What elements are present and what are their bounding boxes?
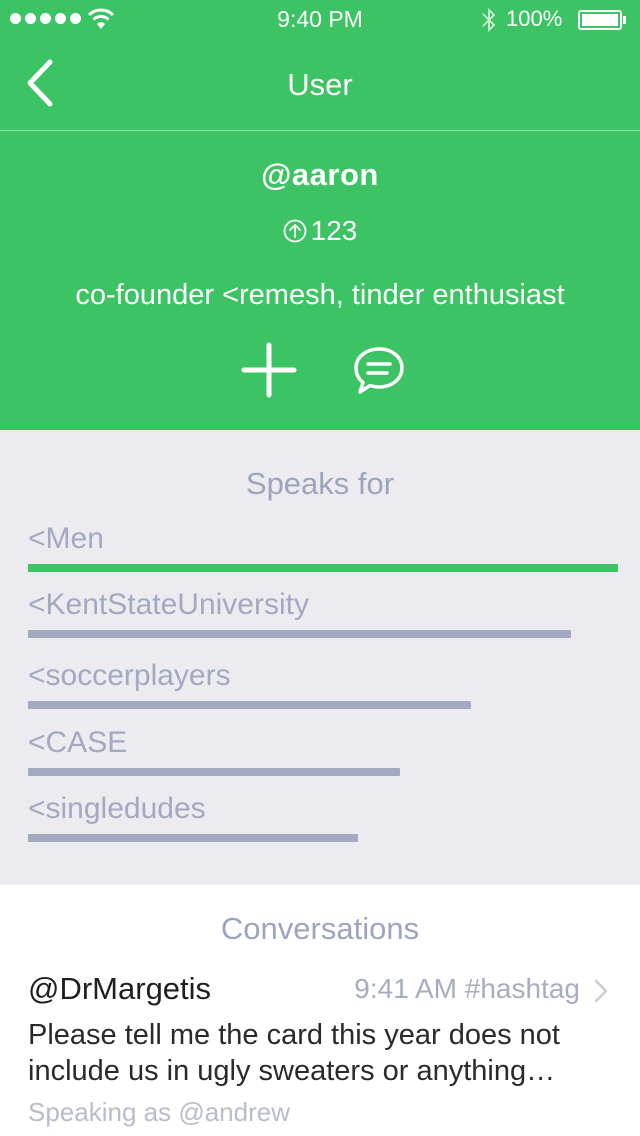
chat-bubble-icon[interactable] [352, 345, 406, 397]
battery-icon [578, 10, 622, 30]
speaks-for-item[interactable]: <CASE [28, 726, 618, 776]
conversation-item[interactable]: @DrMargetis 9:41 AM #hashtag Please tell… [28, 971, 618, 1136]
conversation-meta: 9:41 AM #hashtag [354, 973, 580, 1004]
group-label: <CASE [28, 726, 128, 759]
user-score: 123 [0, 215, 640, 247]
speaks-for-heading: Speaks for [245, 466, 395, 501]
group-label: <Men [28, 522, 104, 555]
speaks-for-item[interactable]: <Men [28, 522, 618, 572]
chevron-right-icon [594, 979, 608, 1003]
conversation-message: Please tell me the card this year does n… [28, 1019, 560, 1087]
speaks-for-section: Speaks for <Men <KentStateUniversity <so… [0, 430, 640, 885]
nav-bar: User [0, 40, 640, 131]
conversations-heading: Conversations [220, 911, 420, 946]
user-bio: co-founder <remesh, tinder enthusiast [75, 279, 565, 311]
conversation-user: @DrMargetis [28, 971, 212, 1006]
speaks-for-item[interactable]: <KentStateUniversity [28, 588, 618, 638]
status-bar: 9:40 PM 100% [0, 0, 640, 40]
group-bar [28, 701, 471, 709]
battery-percentage: 100% [506, 6, 563, 31]
profile-header: @aaron 123 co-founder <remesh, tinder en… [0, 131, 640, 430]
group-label: <soccerplayers [28, 659, 231, 692]
speaking-as-label: Speaking as @andrew [28, 1097, 290, 1127]
group-bar [28, 564, 618, 572]
speaks-for-item[interactable]: <singledudes [28, 792, 618, 842]
speaks-for-item[interactable]: <soccerplayers [28, 659, 618, 709]
group-bar [28, 834, 359, 842]
add-plus-icon[interactable] [240, 341, 298, 399]
upvote-circle-icon [283, 219, 307, 243]
conversations-section: Conversations @DrMargetis 9:41 AM #hasht… [0, 885, 640, 1136]
bluetooth-icon [482, 7, 496, 33]
user-handle: @aaron [261, 157, 379, 192]
score-value: 123 [310, 215, 358, 246]
profile-actions [0, 341, 640, 401]
group-bar [28, 630, 571, 638]
nav-title: User [287, 67, 353, 102]
group-label: <singledudes [28, 792, 206, 825]
group-label: <KentStateUniversity [28, 588, 309, 621]
group-bar [28, 768, 400, 776]
